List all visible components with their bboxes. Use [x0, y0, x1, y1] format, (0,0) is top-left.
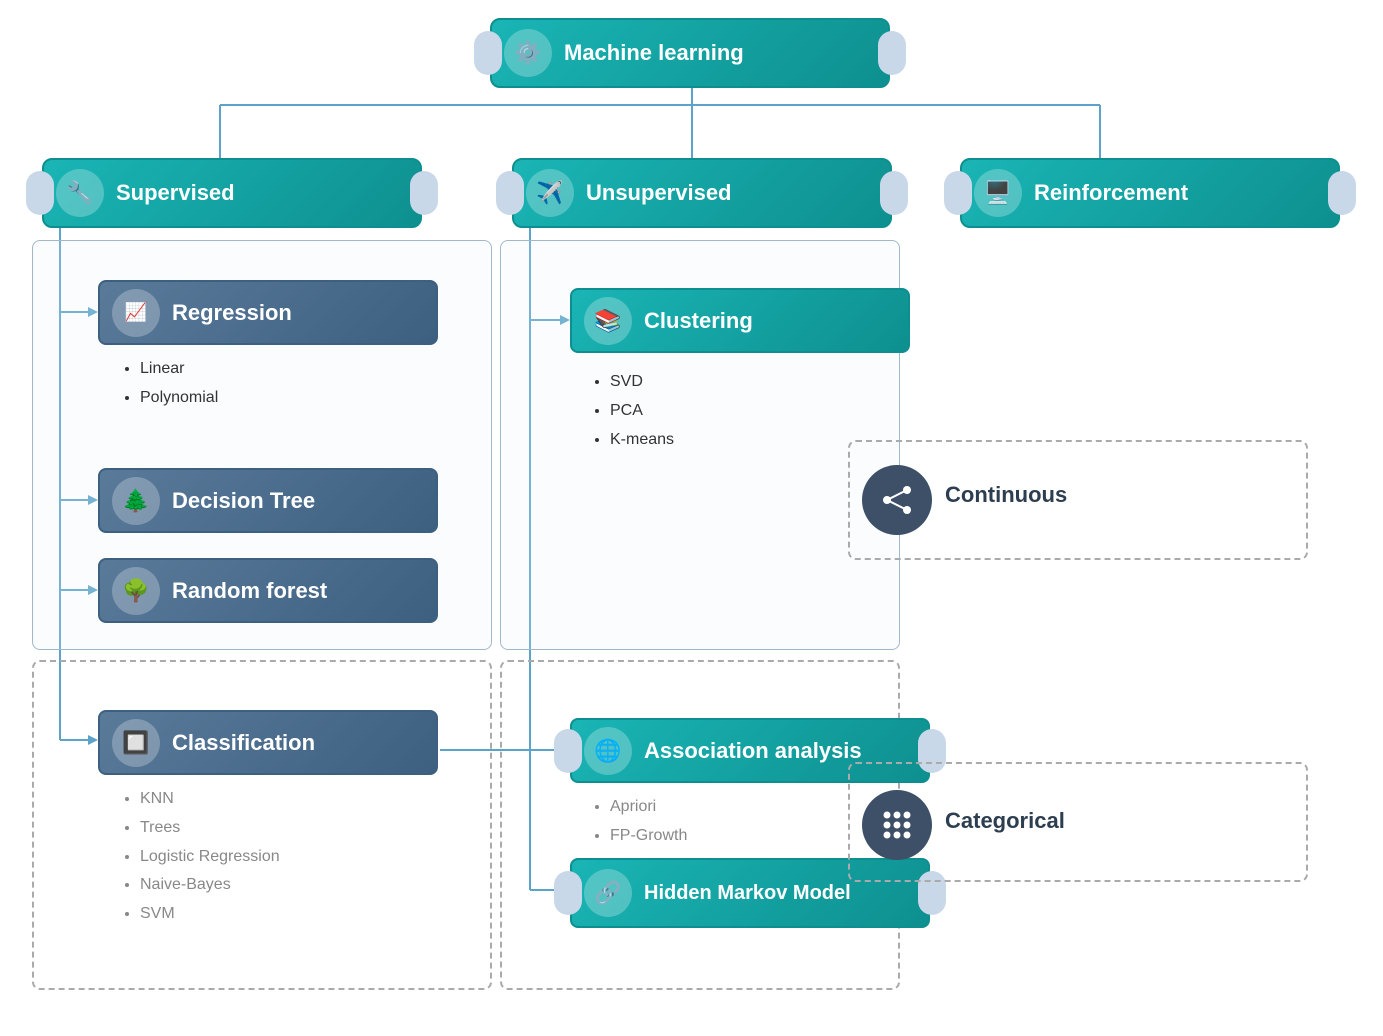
regression-bullets: Linear Polynomial — [120, 355, 218, 413]
regression-bullet-1: Polynomial — [140, 384, 218, 413]
clustering-icon: 📚 — [584, 297, 632, 345]
decision-tree-icon: 🌲 — [112, 477, 160, 525]
regression-label: Regression — [172, 300, 436, 326]
hmm-icon: 🔗 — [584, 869, 632, 917]
reinforcement-node: 🖥️ Reinforcement — [960, 158, 1340, 228]
random-forest-label: Random forest — [172, 578, 436, 604]
classification-label: Classification — [172, 730, 436, 756]
clustering-bullet-1: PCA — [610, 397, 674, 426]
clustering-node: 📚 Clustering — [570, 288, 910, 353]
clustering-label: Clustering — [644, 308, 908, 334]
root-label: Machine learning — [564, 40, 888, 66]
unsupervised-label: Unsupervised — [586, 180, 890, 206]
continuous-section — [848, 440, 1308, 560]
random-forest-node: 🌳 Random forest — [98, 558, 438, 623]
association-pill-left — [554, 729, 582, 773]
association-bullet-1: FP-Growth — [610, 822, 687, 851]
classification-bullets: KNN Trees Logistic Regression Naive-Baye… — [120, 785, 280, 929]
reinforcement-pill-left — [944, 171, 972, 215]
supervised-node: 🔧 Supervised — [42, 158, 422, 228]
reinforcement-icon: 🖥️ — [974, 169, 1022, 217]
regression-icon: 📈 — [112, 289, 160, 337]
unsupervised-pill-left — [496, 171, 524, 215]
decision-tree-node: 🌲 Decision Tree — [98, 468, 438, 533]
regression-bullet-0: Linear — [140, 355, 218, 384]
classification-bullet-0: KNN — [140, 785, 280, 814]
root-icon: ⚙️ — [504, 29, 552, 77]
classification-node: 🔲 Classification — [98, 710, 438, 775]
reinforcement-label: Reinforcement — [1034, 180, 1338, 206]
clustering-bullet-0: SVD — [610, 368, 674, 397]
categorical-section — [848, 762, 1308, 882]
classification-icon: 🔲 — [112, 719, 160, 767]
supervised-icon: 🔧 — [56, 169, 104, 217]
classification-bullet-4: SVM — [140, 900, 280, 929]
hmm-label: Hidden Markov Model — [644, 880, 928, 906]
classification-bullet-3: Naive-Bayes — [140, 871, 280, 900]
supervised-pill-left — [26, 171, 54, 215]
classification-bullet-1: Trees — [140, 814, 280, 843]
unsupervised-node: ✈️ Unsupervised — [512, 158, 892, 228]
root-pill-right — [878, 31, 906, 75]
supervised-label: Supervised — [116, 180, 420, 206]
association-bullets: Apriori FP-Growth — [590, 793, 687, 851]
hmm-pill-left — [554, 871, 582, 915]
association-icon: 🌐 — [584, 727, 632, 775]
clustering-bullet-2: K-means — [610, 426, 674, 455]
association-label: Association analysis — [644, 738, 928, 764]
decision-tree-label: Decision Tree — [172, 488, 436, 514]
random-forest-icon: 🌳 — [112, 567, 160, 615]
unsupervised-pill-right — [880, 171, 908, 215]
unsupervised-icon: ✈️ — [526, 169, 574, 217]
root-node: ⚙️ Machine learning — [490, 18, 890, 88]
root-pill-left — [474, 31, 502, 75]
regression-node: 📈 Regression — [98, 280, 438, 345]
clustering-bullets: SVD PCA K-means — [590, 368, 674, 454]
reinforcement-pill-right — [1328, 171, 1356, 215]
supervised-pill-right — [410, 171, 438, 215]
association-bullet-0: Apriori — [610, 793, 687, 822]
classification-bullet-2: Logistic Regression — [140, 843, 280, 872]
